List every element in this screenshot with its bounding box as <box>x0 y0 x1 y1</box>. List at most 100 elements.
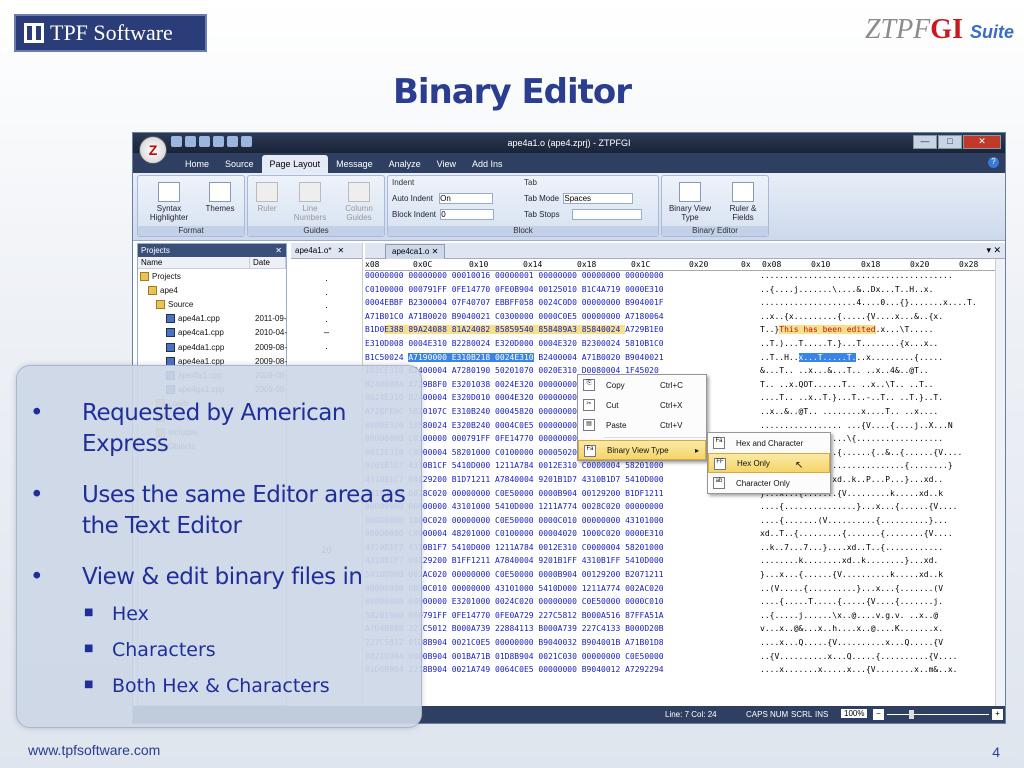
hex-row[interactable]: A71B01C0 A71B0020 B9040021 C0300000 0000… <box>365 312 1005 326</box>
tab-stops-input[interactable] <box>571 209 642 220</box>
menu-item-cut[interactable]: ✂ Cut Ctrl+X <box>578 395 706 415</box>
tab-add-ins[interactable]: Add Ins <box>464 155 511 173</box>
zoom-slider[interactable]: − + <box>873 709 1003 720</box>
char-values[interactable]: }...x...{......{V..........k.....xd..k <box>760 570 980 579</box>
zoom-out-button[interactable]: − <box>873 709 884 720</box>
hex-row[interactable]: 4310B1F7 00129200 B1FF1211 A7840004 9201… <box>365 556 1005 570</box>
hex-row[interactable]: B1C50024 A7190000 E310B218 0024E310 B240… <box>365 352 1005 367</box>
hex-row[interactable]: 0021B904 0000B904 001BA71B 01D8B904 0021… <box>365 652 1005 666</box>
char-values[interactable]: ........................................ <box>760 271 980 280</box>
tab-list-chevron-icon[interactable]: ▾ ✕ <box>986 245 1001 256</box>
hex-values[interactable]: 01D8B904 2218B904 0021A749 0064C0E5 0000… <box>365 665 755 679</box>
hex-row[interactable]: 58201000 000791FF 0FE14770 0FE0A729 227C… <box>365 611 1005 625</box>
tab-mode-select[interactable] <box>563 193 634 204</box>
hex-values[interactable]: B1C50024 A7190000 E310B218 0024E310 B240… <box>365 352 755 367</box>
hex-values[interactable]: E310D008 0004E310 B2280024 E320D000 0004… <box>365 339 755 353</box>
hex-row[interactable]: 00000000 00000000 E3201000 0024C020 0000… <box>365 597 1005 611</box>
hex-row[interactable]: 01D8B904 2218B904 0021A749 0064C0E5 0000… <box>365 665 1005 679</box>
auto-indent-select[interactable] <box>439 193 494 204</box>
block-indent-spinner[interactable] <box>440 209 495 220</box>
hex-row[interactable]: 227C5812 01D8B904 0021C0E5 00000000 B904… <box>365 638 1005 652</box>
char-values[interactable]: ..{V..........x...Q.....{..........{V...… <box>760 652 980 661</box>
hex-row[interactable]: 00000000 00000000 00010016 00000001 0000… <box>365 271 1005 285</box>
char-values[interactable]: ....................4....0...{}.......x.… <box>760 298 980 307</box>
submenu-hex-only[interactable]: FF Hex Only ↖ <box>708 453 830 473</box>
tab-home[interactable]: Home <box>177 155 217 173</box>
minimize-button[interactable]: — <box>913 135 937 149</box>
tree-item[interactable]: Source <box>138 297 286 311</box>
submenu-hex-and-character[interactable]: Fa Hex and Character <box>708 433 830 453</box>
char-values[interactable]: T.. ..x.QOT......T.. ..x..\T.. ..T.. <box>760 380 980 389</box>
vertical-scrollbar[interactable] <box>995 259 1005 706</box>
char-values[interactable]: ........k........xd..k........}...xd. <box>760 556 980 565</box>
tab-message[interactable]: Message <box>328 155 381 173</box>
close-tab-icon[interactable]: ✕ <box>432 247 439 256</box>
zoom-in-button[interactable]: + <box>992 709 1003 720</box>
char-values[interactable]: ..T.)...T.....T.}...T........{x...x.. <box>760 339 980 348</box>
binary-view-type-button[interactable]: Binary View Type <box>664 182 716 222</box>
tree-item[interactable]: Projects <box>138 269 286 283</box>
char-values[interactable]: ................. ...{V....{....j..X...N <box>760 421 980 430</box>
hex-row[interactable]: A7D4B008 227C5012 B000A739 22884113 B000… <box>365 624 1005 638</box>
pin-close-icon[interactable]: ✕ <box>275 246 282 255</box>
hex-row[interactable]: C0100000 000791FF 0FE14770 0FE0B904 0012… <box>365 285 1005 299</box>
hex-values[interactable]: 5410D000 002AC020 00000000 C0E50000 0000… <box>365 570 755 584</box>
ruler-fields-button[interactable]: Ruler & Fields <box>720 182 766 222</box>
hex-values[interactable]: 00000000 1000C020 00000000 C0E50000 0000… <box>365 516 755 530</box>
menu-item-copy[interactable]: ⎘ Copy Ctrl+C <box>578 375 706 395</box>
char-values[interactable]: xd..T..{.........{.......{........{V.... <box>760 529 980 538</box>
hex-row[interactable]: 00000000 0000C010 00000000 43101000 5410… <box>365 584 1005 598</box>
themes-button[interactable]: Themes <box>200 182 240 213</box>
char-values[interactable]: ....x...Q.....{V..........x...Q.....{V <box>760 638 980 647</box>
hex-row[interactable]: 4310B1F7 4310B1F7 5410D000 1211A784 0012… <box>365 543 1005 557</box>
line-numbers-button[interactable]: Line Numbers <box>288 182 332 222</box>
char-values[interactable]: ..T..H..x...T.....T...x.........{..... <box>760 352 980 362</box>
hex-values[interactable]: 4310B1F7 00129200 B1FF1211 A7840004 9201… <box>365 556 755 570</box>
tree-item[interactable]: ape4da1.cpp 2009-08- <box>138 340 287 354</box>
hex-row[interactable]: 00000000 00000000 43101000 5410D000 1211… <box>365 502 1005 516</box>
hex-values[interactable]: C0100000 000791FF 0FE14770 0FE0B904 0012… <box>365 285 755 299</box>
tab-source[interactable]: Source <box>217 155 262 173</box>
hex-values[interactable]: 00000000 00000000 E3201000 0024C020 0000… <box>365 597 755 611</box>
hex-row[interactable]: B1D0E388 89A24088 81A24082 85859540 8584… <box>365 325 1005 339</box>
hex-values[interactable]: A71B01C0 A71B0020 B9040021 C0300000 0000… <box>365 312 755 326</box>
column-name[interactable]: Name <box>138 257 250 268</box>
char-values[interactable]: ..(V.....{..........}...x...{.......(V <box>760 584 980 593</box>
help-icon[interactable]: ? <box>988 157 999 168</box>
tab-analyze[interactable]: Analyze <box>381 155 429 173</box>
char-values[interactable]: ..x..{x.........{.....{V....x...&..{x. <box>760 312 980 321</box>
hex-values[interactable]: 0021B904 0000B904 001BA71B 01D8B904 0021… <box>365 652 755 666</box>
tree-item[interactable]: ape4ca1.cpp 2010-04- <box>138 326 287 340</box>
hex-row[interactable]: 0004EBBF B2300004 07F40707 EBBFF058 0024… <box>365 298 1005 312</box>
hex-values[interactable]: 5410D000 0028C020 00000000 C0E50000 0000… <box>365 489 755 503</box>
char-values[interactable]: ..x..&..@T.. ........x....T.. ..x.... <box>760 407 980 416</box>
hex-values[interactable]: A7D4B008 227C5012 B000A739 22884113 B000… <box>365 624 755 638</box>
char-values[interactable]: ....x.......x.....x...{V........x..m&..x… <box>760 665 980 674</box>
column-date[interactable]: Date <box>250 257 286 268</box>
hex-row[interactable]: 00000000 C0000004 48201000 C0100000 0000… <box>365 529 1005 543</box>
close-tab-icon[interactable]: ✕ <box>337 246 344 255</box>
hex-values[interactable]: 00000000 0000C010 00000000 43101000 5410… <box>365 584 755 598</box>
hex-values[interactable]: 00000000 00000000 00010016 00000001 0000… <box>365 271 755 285</box>
hex-row[interactable]: 5410D000 0028C020 00000000 C0E50000 0000… <box>365 489 1005 503</box>
app-orb-button[interactable]: Z <box>139 136 167 164</box>
char-values[interactable]: ....{.....T.....{.....{V....{.......j. <box>760 597 980 606</box>
maximize-button[interactable]: □ <box>938 135 962 149</box>
hex-row[interactable]: 5410D000 002AC020 00000000 C0E50000 0000… <box>365 570 1005 584</box>
hex-row[interactable]: E310D008 0004E310 B2280024 E320D000 0004… <box>365 339 1005 353</box>
doc-tab-ape4a1[interactable]: ape4a1.o* ✕ <box>291 243 362 259</box>
tab-page-layout[interactable]: Page Layout <box>261 155 329 173</box>
char-values[interactable]: ....{.......(V..........{..........}... <box>760 516 980 525</box>
char-values[interactable]: v...x..@&...x..h....x..@....K.......x. <box>760 624 980 633</box>
hex-values[interactable]: 4310B1C7 00129200 B1D71211 A7840004 9201… <box>365 475 755 489</box>
char-values[interactable]: ..k..7...7...}....xd..T..{............ <box>760 543 980 552</box>
hex-values[interactable]: 00000000 00000000 43101000 5410D000 1211… <box>365 502 755 516</box>
ruler-button[interactable]: Ruler <box>250 182 284 213</box>
hex-values[interactable]: 00000000 C0000004 48201000 C0100000 0000… <box>365 529 755 543</box>
char-values[interactable]: &...T.. ..x...&...T.. ..x..4&..@T.. <box>760 366 980 375</box>
hex-values[interactable]: 58201000 000791FF 0FE14770 0FE0A729 227C… <box>365 611 755 625</box>
submenu-character-only[interactable]: ab Character Only <box>708 473 830 493</box>
hex-values[interactable]: 9201B1C7 4310B1CF 5410D000 1211A784 0012… <box>365 461 755 475</box>
char-values[interactable]: ..{....j.......\....&..Dx...T..H..x. <box>760 285 980 294</box>
hex-values[interactable]: 4310B1F7 4310B1F7 5410D000 1211A784 0012… <box>365 543 755 557</box>
